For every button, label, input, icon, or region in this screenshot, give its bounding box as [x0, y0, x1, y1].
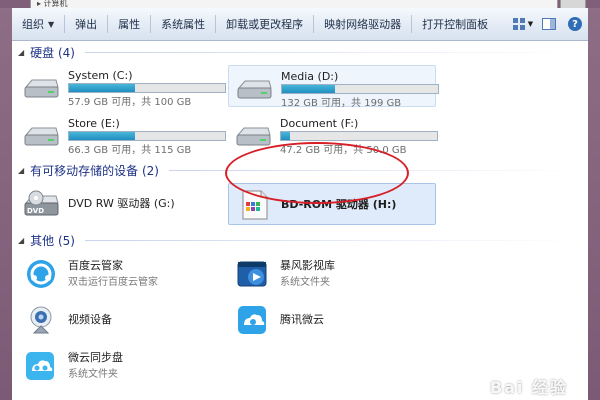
group-other[interactable]: ◢ 其他 (5)	[12, 232, 588, 248]
baidu-cloud-tile[interactable]: 百度云管家 双击运行百度云管家	[16, 253, 224, 293]
system-properties-button[interactable]: 系统属性	[151, 8, 215, 40]
collapse-triangle-icon: ◢	[18, 165, 25, 175]
hard-drive-icon	[24, 79, 59, 98]
drive-tile-e[interactable]: Store (E:) 66.3 GB 可用，共 115 GB	[16, 113, 226, 156]
window-frame-left	[0, 0, 12, 400]
hard-drive-icon	[24, 127, 59, 146]
collapse-triangle-icon: ◢	[18, 47, 25, 57]
item-description: 双击运行百度云管家	[68, 277, 158, 288]
uninstall-program-button[interactable]: 卸载或更改程序	[216, 8, 313, 40]
drive-free-space: 132 GB 可用，共 199 GB	[281, 98, 402, 109]
command-toolbar: 组织 ▼ 弹出 属性 系统属性 卸载或更改程序 映射网络驱动器 打开控制面板 ▼…	[12, 8, 588, 41]
drive-tile-c[interactable]: System (C:) 57.9 GB 可用，共 100 GB	[16, 65, 226, 108]
group-label: 硬盘 (4)	[30, 45, 75, 60]
baidu-cloud-icon	[27, 260, 55, 288]
device-name: DVD RW 驱动器 (G:)	[68, 197, 175, 210]
organize-label: 组织	[22, 18, 44, 31]
webcam-icon	[30, 306, 52, 334]
change-view-button[interactable]: ▼	[510, 12, 536, 36]
drive-free-space: 66.3 GB 可用，共 115 GB	[68, 145, 192, 156]
item-name: 视频设备	[68, 313, 112, 326]
item-name: 微云同步盘	[68, 351, 123, 364]
open-control-panel-button[interactable]: 打开控制面板	[412, 8, 498, 40]
item-name: 百度云管家	[68, 259, 123, 272]
device-name: BD-ROM 驱动器 (H:)	[281, 198, 397, 211]
drive-usage-bar	[280, 131, 438, 141]
drive-tile-f[interactable]: Document (F:) 47.2 GB 可用，共 50.0 GB	[228, 113, 438, 156]
help-icon: ?	[568, 17, 582, 31]
view-grid-icon	[512, 18, 525, 30]
video-device-tile[interactable]: 视频设备	[16, 299, 224, 339]
drive-usage-bar	[68, 83, 226, 93]
watermark: Bai 经验	[489, 378, 568, 397]
group-divider	[84, 51, 578, 53]
dvd-drive-tile[interactable]: DVD DVD RW 驱动器 (G:)	[16, 183, 224, 223]
window-top-bar: ▸ 计算机	[0, 0, 600, 9]
weiyun-sync-icon	[26, 352, 54, 380]
dvd-drive-icon: DVD	[24, 190, 59, 216]
collapse-triangle-icon: ◢	[18, 235, 25, 245]
chevron-down-icon: ▼	[527, 20, 534, 28]
drive-free-space: 57.9 GB 可用，共 100 GB	[68, 97, 192, 108]
tencent-weiyun-tile[interactable]: 腾讯微云	[228, 299, 434, 339]
item-name: 暴风影视库	[280, 259, 335, 272]
map-network-drive-button[interactable]: 映射网络驱动器	[314, 8, 411, 40]
properties-button[interactable]: 属性	[108, 8, 150, 40]
baofeng-video-tile[interactable]: 暴风影视库 系统文件夹	[228, 253, 434, 293]
drive-tile-d[interactable]: Media (D:) 132 GB 可用，共 199 GB	[228, 65, 439, 109]
weiyun-sync-tile[interactable]: 微云同步盘 系统文件夹	[16, 345, 224, 385]
item-description: 系统文件夹	[280, 277, 330, 288]
group-removable-storage[interactable]: ◢ 有可移动存储的设备 (2)	[12, 162, 588, 178]
drive-name: Media (D:)	[281, 70, 339, 83]
preview-pane-button[interactable]	[536, 12, 562, 36]
item-name: 腾讯微云	[280, 313, 324, 326]
drive-free-space: 47.2 GB 可用，共 50.0 GB	[280, 145, 407, 156]
preview-pane-icon	[542, 18, 556, 30]
baofeng-video-icon	[237, 261, 267, 287]
drive-name: Store (E:)	[68, 117, 120, 130]
group-label: 有可移动存储的设备 (2)	[30, 163, 159, 178]
drive-name: Document (F:)	[280, 117, 359, 130]
drive-usage-bar	[68, 131, 226, 141]
drive-usage-bar	[281, 84, 439, 94]
bd-rom-drive-tile[interactable]: BD-ROM 驱动器 (H:)	[228, 183, 436, 225]
chevron-down-icon: ▼	[48, 19, 55, 29]
window-frame-right	[588, 0, 600, 400]
hard-drive-icon	[237, 80, 272, 99]
group-label: 其他 (5)	[30, 233, 75, 248]
drive-name: System (C:)	[68, 69, 133, 82]
computer-content-pane: ◢ 硬盘 (4) System (C:) 57.9 GB 可用，共 100 GB…	[12, 41, 588, 400]
group-divider	[84, 239, 578, 241]
group-divider	[168, 169, 578, 171]
help-button[interactable]: ?	[562, 12, 588, 36]
group-hard-disks[interactable]: ◢ 硬盘 (4)	[12, 44, 588, 60]
tencent-weiyun-icon	[238, 306, 266, 334]
item-description: 系统文件夹	[68, 369, 118, 380]
hard-drive-icon	[236, 127, 271, 146]
bd-rom-icon	[242, 190, 268, 220]
svg-text:DVD: DVD	[27, 207, 44, 215]
eject-button[interactable]: 弹出	[65, 8, 107, 40]
organize-button[interactable]: 组织 ▼	[12, 8, 64, 40]
